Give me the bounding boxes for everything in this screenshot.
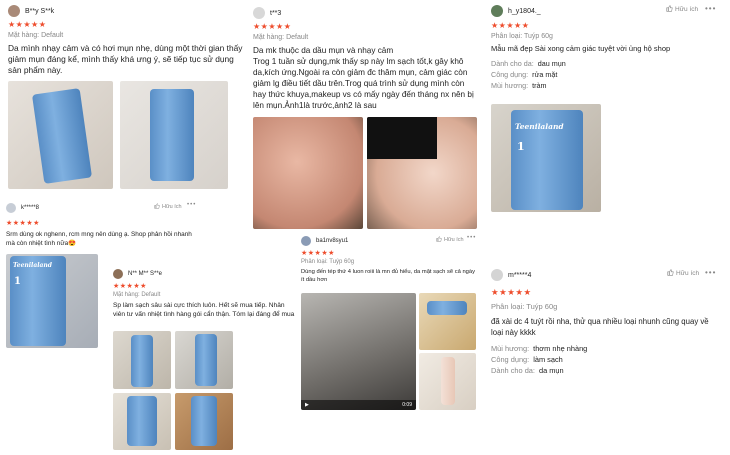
- video-duration: 0:09: [402, 402, 412, 408]
- username[interactable]: N** M** S**e: [128, 271, 162, 277]
- product-tube-image: [31, 88, 93, 184]
- avatar[interactable]: [491, 269, 503, 281]
- thumbs-up-icon: [436, 236, 442, 244]
- review-text: Sp làm sạch sâu sài cực thích luôn. Hết …: [113, 302, 295, 318]
- helpful-label: Hữu ích: [675, 6, 699, 13]
- thumbs-up-icon: [154, 203, 160, 211]
- helpful-button[interactable]: Hữu ích: [666, 5, 698, 14]
- review-photo-1[interactable]: Teenilaland 1: [491, 104, 601, 212]
- attribute-row: Mùi hương: tràm: [491, 81, 547, 90]
- tube-number: 1: [517, 140, 525, 153]
- review-photo-1[interactable]: [113, 331, 171, 389]
- attributes-list: Dành cho da: dau mụn Công dụng: rửa mặt Mù…: [491, 58, 721, 91]
- more-options-icon[interactable]: •••: [187, 202, 196, 208]
- helpful-label: Hữu ích: [162, 204, 182, 210]
- face-censor-overlay: [367, 117, 437, 159]
- product-tube-image: [150, 89, 194, 181]
- avatar[interactable]: [8, 5, 20, 17]
- rating-stars: ★★★★★: [8, 20, 47, 29]
- review-photo-3[interactable]: [113, 393, 171, 450]
- attribute-row: Dành cho da: da mụn: [491, 366, 564, 375]
- review-photo-2[interactable]: [175, 331, 233, 389]
- thumbs-up-icon: [667, 269, 674, 278]
- helpful-label: Hữu ích: [444, 237, 464, 243]
- attribute-row: Mùi hương: thơm nhẹ nhàng: [491, 344, 588, 353]
- variant-label: Mặt hàng: Default: [253, 34, 309, 41]
- helpful-button[interactable]: Hữu ích: [436, 236, 464, 244]
- review-card-7: m*****4 Hữu ích ••• ★★★★★ Phân loại: Tuý…: [491, 268, 721, 388]
- avatar[interactable]: [6, 203, 16, 213]
- avatar[interactable]: [253, 7, 265, 19]
- brand-logo: Teenilaland: [515, 122, 564, 131]
- product-tube-image: [195, 334, 217, 386]
- username[interactable]: B**y S**k: [25, 8, 54, 15]
- review-photo-2[interactable]: [419, 353, 476, 410]
- rating-stars: ★★★★★: [301, 250, 335, 257]
- review-text: Dùng đến tép thứ 4 luon roiii là mn đủ h…: [301, 269, 476, 283]
- product-tube-image: [191, 396, 217, 446]
- rating-stars: ★★★★★: [6, 220, 40, 227]
- review-card-3: h_y1804._ Hữu ích ••• ★★★★★ Phân loại: T…: [491, 4, 721, 219]
- avatar[interactable]: [491, 5, 503, 17]
- review-photo-1[interactable]: Teenilaland 1: [6, 254, 98, 348]
- username[interactable]: h_y1804._: [508, 8, 541, 15]
- rating-stars: ★★★★★: [253, 22, 292, 31]
- variant-label: Mặt hàng: Default: [113, 292, 161, 298]
- thumbs-up-icon: [666, 5, 673, 14]
- rating-stars: ★★★★★: [491, 21, 530, 30]
- review-card-2: t**3 ★★★★★ Mặt hàng: Default Da mk thuộc…: [253, 6, 478, 231]
- username[interactable]: m*****4: [508, 272, 531, 279]
- helpful-button[interactable]: Hữu ích: [667, 269, 699, 278]
- product-tube-image: [427, 301, 467, 315]
- attribute-row: Công dụng: rửa mặt: [491, 70, 558, 79]
- avatar[interactable]: [113, 269, 123, 279]
- review-card-1: B**y S**k ★★★★★ Mặt hàng: Default Da mìn…: [8, 4, 248, 194]
- review-text: Da mk thuộc da dầu mụn và nhạy cảm Trog …: [253, 46, 474, 110]
- review-card-6: ba1nv8syu1 Hữu ích ••• ★★★★★ Phân loại: …: [301, 235, 476, 410]
- helpful-button[interactable]: Hữu ích: [154, 203, 182, 211]
- helpful-label: Hữu ích: [676, 270, 700, 277]
- attributes-list: Mùi hương: thơm nhẹ nhàng Công dụng: làm s…: [491, 343, 721, 376]
- rating-stars: ★★★★★: [113, 283, 147, 290]
- product-tube-image: [10, 256, 66, 346]
- username[interactable]: k*****8: [21, 205, 39, 211]
- review-text: Srm dùng ok nghenn, rcm mng nên dùng ạ. …: [6, 231, 192, 247]
- review-photo-1[interactable]: [8, 81, 113, 189]
- play-icon[interactable]: ▶: [305, 402, 309, 408]
- review-text: Da mình nhạy cảm và có hơi mụn nhẹ, dùng…: [8, 43, 243, 75]
- more-options-icon[interactable]: •••: [705, 4, 716, 13]
- variant-label: Phân loại: Tuýp 60g: [491, 33, 553, 40]
- product-tube-image: [131, 335, 153, 387]
- variant-label: Mặt hàng: Default: [8, 32, 64, 39]
- brand-logo: Teenilaland: [13, 262, 52, 269]
- attribute-row: Dành cho da: dau mụn: [491, 59, 566, 68]
- username[interactable]: ba1nv8syu1: [316, 238, 348, 244]
- review-text: Mẫu mã đẹp Sài xong cảm giác tuyệt vời ủ…: [491, 44, 671, 53]
- avatar[interactable]: [301, 236, 311, 246]
- review-photo-1[interactable]: [419, 293, 476, 350]
- review-photo-4[interactable]: [175, 393, 233, 450]
- variant-label: Phân loại: Tuýp 60g: [491, 302, 558, 311]
- more-options-icon[interactable]: •••: [705, 268, 716, 277]
- review-photo-2[interactable]: [120, 81, 228, 189]
- rating-stars: ★★★★★: [491, 287, 532, 297]
- video-progress-bar[interactable]: ▶ 0:09: [301, 400, 416, 410]
- product-tube-image: [441, 357, 455, 405]
- tube-number: 1: [14, 276, 21, 287]
- review-photo-before[interactable]: [253, 117, 363, 229]
- review-card-5: N** M** S**e ★★★★★ Mặt hàng: Default Sp …: [113, 268, 296, 450]
- attribute-row: Công dụng: làm sạch: [491, 355, 563, 364]
- variant-label: Phân loại: Tuýp 60g: [301, 259, 355, 265]
- review-video[interactable]: ▶ 0:09: [301, 293, 416, 410]
- more-options-icon[interactable]: •••: [467, 235, 476, 241]
- review-text: đã xài dc 4 tuýt rồi nha, thử qua nhiều …: [491, 317, 709, 337]
- review-photo-after[interactable]: [367, 117, 477, 229]
- username[interactable]: t**3: [270, 10, 281, 17]
- product-tube-image: [127, 396, 157, 446]
